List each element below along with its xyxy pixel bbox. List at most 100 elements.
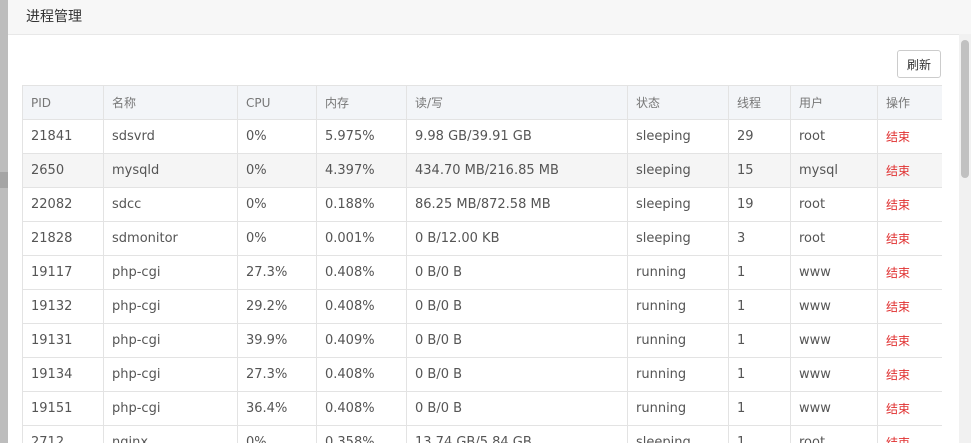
cell-io: 13.74 GB/5.84 GB: [406, 425, 628, 443]
cell-user: root: [790, 187, 878, 222]
background-element: [0, 172, 8, 188]
cell-memory: 0.358%: [316, 425, 407, 443]
cell-action: 结束: [877, 323, 942, 358]
cell-cpu: 0%: [237, 119, 317, 154]
cell-pid: 19151: [22, 391, 104, 426]
cell-state: running: [627, 289, 729, 324]
cell-name: php-cgi: [103, 357, 238, 392]
cell-memory: 0.408%: [316, 391, 407, 426]
cell-name: php-cgi: [103, 289, 238, 324]
table-row: 22082 sdcc 0% 0.188% 86.25 MB/872.58 MB …: [22, 187, 942, 222]
cell-action: 结束: [877, 153, 942, 188]
column-header-io[interactable]: 读/写: [406, 85, 628, 120]
column-header-threads[interactable]: 线程: [728, 85, 791, 120]
cell-name: mysqld: [103, 153, 238, 188]
background-page-edge: [0, 0, 8, 443]
cell-action: 结束: [877, 357, 942, 392]
cell-name: php-cgi: [103, 391, 238, 426]
refresh-button[interactable]: 刷新: [897, 50, 941, 78]
table-header-row: PID 名称 CPU 内存 读/写 状态 线程 用户 操作: [22, 85, 942, 120]
table-row: 21841 sdsvrd 0% 5.975% 9.98 GB/39.91 GB …: [22, 119, 942, 154]
column-header-cpu[interactable]: CPU: [237, 85, 317, 120]
cell-user: www: [790, 289, 878, 324]
cell-pid: 19132: [22, 289, 104, 324]
cell-threads: 1: [728, 391, 791, 426]
kill-process-link[interactable]: 结束: [886, 266, 910, 280]
cell-cpu: 27.3%: [237, 357, 317, 392]
cell-io: 9.98 GB/39.91 GB: [406, 119, 628, 154]
cell-user: root: [790, 119, 878, 154]
column-header-pid[interactable]: PID: [22, 85, 104, 120]
cell-io: 0 B/0 B: [406, 255, 628, 290]
cell-io: 434.70 MB/216.85 MB: [406, 153, 628, 188]
cell-state: running: [627, 255, 729, 290]
cell-cpu: 0%: [237, 153, 317, 188]
process-table: PID 名称 CPU 内存 读/写 状态 线程 用户 操作 21841 sdsv…: [22, 85, 942, 443]
cell-memory: 0.408%: [316, 357, 407, 392]
cell-action: 结束: [877, 221, 942, 256]
cell-threads: 1: [728, 425, 791, 443]
cell-action: 结束: [877, 187, 942, 222]
table-row: 19151 php-cgi 36.4% 0.408% 0 B/0 B runni…: [22, 391, 942, 426]
cell-cpu: 29.2%: [237, 289, 317, 324]
cell-memory: 4.397%: [316, 153, 407, 188]
cell-threads: 3: [728, 221, 791, 256]
cell-threads: 1: [728, 289, 791, 324]
kill-process-link[interactable]: 结束: [886, 198, 910, 212]
cell-state: sleeping: [627, 119, 729, 154]
kill-process-link[interactable]: 结束: [886, 436, 910, 443]
cell-memory: 0.409%: [316, 323, 407, 358]
cell-user: root: [790, 425, 878, 443]
column-header-user[interactable]: 用户: [790, 85, 878, 120]
cell-user: www: [790, 391, 878, 426]
cell-cpu: 36.4%: [237, 391, 317, 426]
cell-pid: 19134: [22, 357, 104, 392]
cell-state: sleeping: [627, 187, 729, 222]
table-row: 21828 sdmonitor 0% 0.001% 0 B/12.00 KB s…: [22, 221, 942, 256]
scrollbar-thumb[interactable]: [961, 40, 969, 178]
cell-action: 结束: [877, 119, 942, 154]
kill-process-link[interactable]: 结束: [886, 232, 910, 246]
cell-memory: 0.408%: [316, 255, 407, 290]
cell-threads: 1: [728, 255, 791, 290]
process-table-container: PID 名称 CPU 内存 读/写 状态 线程 用户 操作 21841 sdsv…: [22, 85, 942, 443]
cell-pid: 21841: [22, 119, 104, 154]
cell-io: 0 B/0 B: [406, 289, 628, 324]
cell-name: php-cgi: [103, 323, 238, 358]
cell-user: mysql: [790, 153, 878, 188]
cell-name: sdmonitor: [103, 221, 238, 256]
cell-pid: 22082: [22, 187, 104, 222]
cell-pid: 2650: [22, 153, 104, 188]
dialog-header: 进程管理: [8, 0, 971, 35]
cell-state: running: [627, 391, 729, 426]
vertical-scrollbar[interactable]: [959, 34, 971, 443]
kill-process-link[interactable]: 结束: [886, 368, 910, 382]
column-header-name[interactable]: 名称: [103, 85, 238, 120]
cell-memory: 0.188%: [316, 187, 407, 222]
cell-name: sdsvrd: [103, 119, 238, 154]
column-header-action: 操作: [877, 85, 942, 120]
cell-threads: 1: [728, 357, 791, 392]
cell-user: www: [790, 323, 878, 358]
kill-process-link[interactable]: 结束: [886, 130, 910, 144]
kill-process-link[interactable]: 结束: [886, 300, 910, 314]
cell-state: running: [627, 323, 729, 358]
kill-process-link[interactable]: 结束: [886, 334, 910, 348]
cell-threads: 15: [728, 153, 791, 188]
dialog-title: 进程管理: [26, 9, 82, 25]
column-header-state[interactable]: 状态: [627, 85, 729, 120]
cell-user: www: [790, 255, 878, 290]
cell-cpu: 27.3%: [237, 255, 317, 290]
cell-state: sleeping: [627, 221, 729, 256]
kill-process-link[interactable]: 结束: [886, 402, 910, 416]
cell-io: 0 B/12.00 KB: [406, 221, 628, 256]
table-row: 19132 php-cgi 29.2% 0.408% 0 B/0 B runni…: [22, 289, 942, 324]
column-header-memory[interactable]: 内存: [316, 85, 407, 120]
table-row: 19117 php-cgi 27.3% 0.408% 0 B/0 B runni…: [22, 255, 942, 290]
table-row: 2712 nginx 0% 0.358% 13.74 GB/5.84 GB sl…: [22, 425, 942, 443]
cell-io: 86.25 MB/872.58 MB: [406, 187, 628, 222]
cell-pid: 21828: [22, 221, 104, 256]
kill-process-link[interactable]: 结束: [886, 164, 910, 178]
cell-io: 0 B/0 B: [406, 323, 628, 358]
process-manager-dialog: 进程管理 刷新 PID 名称 CPU 内存 读/写 状态 线程 用户 操作 21…: [8, 0, 971, 443]
